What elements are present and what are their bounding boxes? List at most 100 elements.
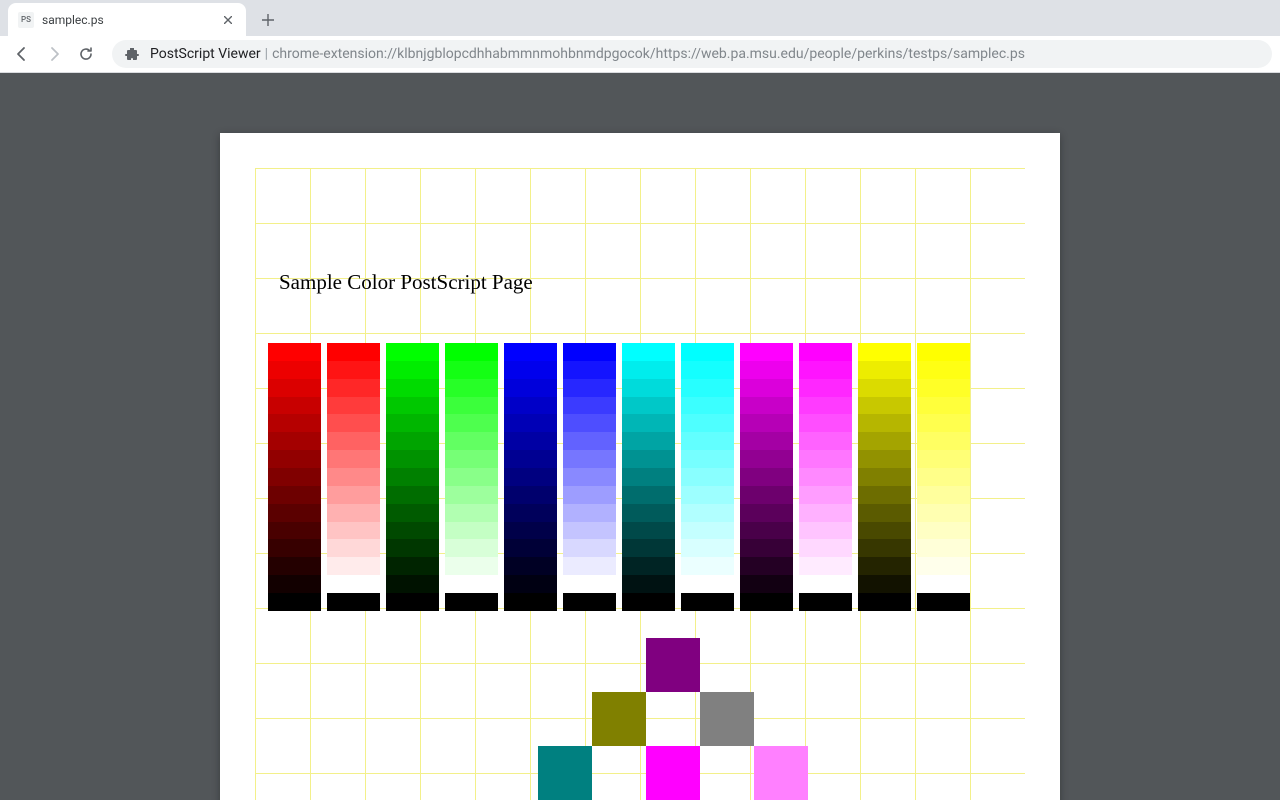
color-step (504, 450, 557, 468)
pyramid-cell (592, 692, 646, 746)
color-step (327, 450, 380, 468)
color-step (504, 361, 557, 379)
color-step (445, 504, 498, 522)
color-step (681, 557, 734, 575)
color-step (504, 486, 557, 504)
color-step (622, 450, 675, 468)
color-step (622, 504, 675, 522)
color-step (681, 504, 734, 522)
color-step (563, 361, 616, 379)
color-step (268, 414, 321, 432)
close-icon[interactable] (220, 12, 236, 28)
color-step (681, 593, 734, 611)
color-step (799, 432, 852, 450)
color-step (917, 486, 970, 504)
color-bar-shade (740, 343, 793, 611)
page-title: Sample Color PostScript Page (279, 270, 533, 295)
reload-button[interactable] (72, 40, 100, 68)
color-step (858, 557, 911, 575)
color-step (917, 361, 970, 379)
browser-tab[interactable]: PS samplec.ps (8, 3, 246, 36)
color-step (386, 397, 439, 415)
pyramid-cell (808, 746, 862, 800)
color-step (445, 397, 498, 415)
color-step (681, 575, 734, 593)
color-step (917, 593, 970, 611)
color-step (445, 361, 498, 379)
color-step (445, 557, 498, 575)
color-step (563, 522, 616, 540)
url-separator: | (265, 46, 268, 62)
color-step (681, 361, 734, 379)
pyramid-row (538, 746, 862, 800)
pyramid-cell (592, 746, 646, 800)
address-bar[interactable]: PostScript Viewer | chrome-extension://k… (112, 40, 1272, 68)
document-viewport: Sample Color PostScript Page (0, 73, 1280, 800)
color-bar-shade (268, 343, 321, 611)
color-step (622, 557, 675, 575)
color-step (681, 379, 734, 397)
color-step (622, 414, 675, 432)
pyramid-cell (700, 746, 754, 800)
pyramid-cell (646, 638, 700, 692)
tab-bar: PS samplec.ps (0, 0, 1280, 36)
page-grid: Sample Color PostScript Page (255, 168, 1025, 800)
color-step (681, 486, 734, 504)
color-step (917, 504, 970, 522)
color-step (681, 432, 734, 450)
color-step (799, 343, 852, 361)
color-step (858, 343, 911, 361)
color-step (799, 468, 852, 486)
color-step (445, 593, 498, 611)
color-step (386, 414, 439, 432)
color-step (858, 486, 911, 504)
color-bar-tint (563, 343, 616, 611)
color-step (445, 343, 498, 361)
color-step (681, 522, 734, 540)
color-step (681, 450, 734, 468)
color-step (268, 397, 321, 415)
pyramid-cell (700, 638, 754, 692)
color-step (563, 397, 616, 415)
color-step (327, 432, 380, 450)
color-step (386, 522, 439, 540)
color-step (386, 504, 439, 522)
color-step (563, 468, 616, 486)
color-step (268, 557, 321, 575)
color-step (445, 432, 498, 450)
color-step (740, 504, 793, 522)
color-step (917, 557, 970, 575)
color-step (563, 575, 616, 593)
color-step (386, 593, 439, 611)
extension-icon (124, 46, 140, 62)
color-step (327, 379, 380, 397)
pyramid-row (538, 692, 862, 746)
color-bars (268, 343, 970, 611)
color-step (563, 539, 616, 557)
color-step (799, 486, 852, 504)
color-bar-pair (622, 343, 734, 611)
color-bar-tint (799, 343, 852, 611)
color-bar-shade (504, 343, 557, 611)
color-step (504, 593, 557, 611)
color-bar-pair (386, 343, 498, 611)
color-step (858, 414, 911, 432)
back-button[interactable] (8, 40, 36, 68)
color-step (327, 539, 380, 557)
color-step (917, 468, 970, 486)
color-step (563, 414, 616, 432)
forward-button[interactable] (40, 40, 68, 68)
color-step (858, 593, 911, 611)
color-step (740, 414, 793, 432)
color-step (327, 575, 380, 593)
color-step (268, 343, 321, 361)
color-step (386, 379, 439, 397)
tab-favicon: PS (18, 12, 34, 28)
tab-title: samplec.ps (42, 13, 220, 27)
color-step (917, 397, 970, 415)
color-step (622, 343, 675, 361)
color-step (445, 379, 498, 397)
color-step (504, 539, 557, 557)
new-tab-button[interactable] (254, 6, 282, 34)
color-step (799, 379, 852, 397)
